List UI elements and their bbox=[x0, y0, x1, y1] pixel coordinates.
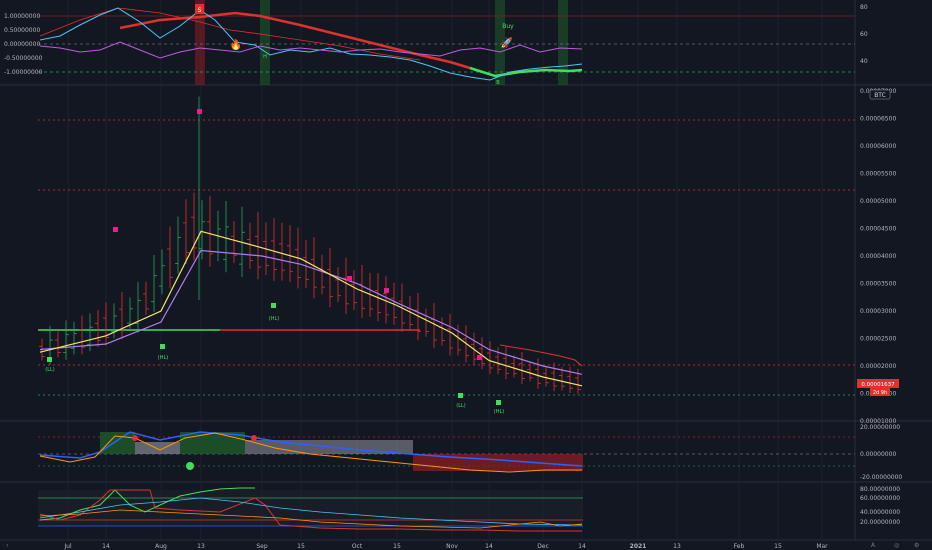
time-label: 15 bbox=[297, 543, 305, 550]
osc-right-tick: 80 bbox=[860, 4, 868, 11]
pivot-marker bbox=[160, 344, 165, 349]
settings-icon[interactable]: ⚙ bbox=[914, 542, 919, 549]
price-tick: 0.00003500 bbox=[860, 281, 896, 288]
symbol-badge-label: BTC bbox=[874, 92, 886, 99]
pivot-marker bbox=[458, 393, 463, 398]
pivot-marker bbox=[384, 288, 389, 293]
time-label: 13 bbox=[197, 543, 205, 550]
price-tick: 0.00002500 bbox=[860, 336, 896, 343]
pivot-label-0: (LL) bbox=[45, 367, 55, 373]
rsi-tick: 20.00000000 bbox=[860, 519, 900, 526]
countdown-label: 2d 9h bbox=[873, 390, 887, 396]
pivot-marker bbox=[496, 400, 501, 405]
log-scale-icon[interactable]: ◎ bbox=[894, 542, 899, 549]
osc-right-tick: 40 bbox=[860, 58, 868, 65]
rocket-icon: 🚀 bbox=[501, 36, 514, 49]
price-tick: 0.00006500 bbox=[860, 116, 896, 123]
pivot-marker bbox=[477, 355, 482, 360]
trading-chart[interactable]: S Buy 🚀 🔥 H B 1.00000000 0.50000000 0.0000… bbox=[0, 0, 932, 550]
current-price-label: 0.00001637 bbox=[861, 382, 895, 388]
time-label: Sep bbox=[256, 543, 268, 550]
time-label: Oct bbox=[352, 543, 363, 550]
osc-left-tick: 0.50000000 bbox=[4, 27, 40, 34]
time-label: 15 bbox=[774, 543, 782, 550]
momentum-tick: 0.00000000 bbox=[860, 451, 896, 458]
time-label: 13 bbox=[673, 543, 681, 550]
pivot-marker bbox=[113, 227, 118, 232]
momentum-buy-dot bbox=[186, 462, 194, 470]
rsi-tick: 60.00000000 bbox=[860, 495, 900, 502]
price-tick: 0.00005000 bbox=[860, 198, 896, 205]
pivot-marker bbox=[197, 109, 202, 114]
time-label: Feb bbox=[734, 543, 745, 550]
time-label: Nov bbox=[446, 543, 458, 550]
momentum-sell-dot bbox=[132, 435, 138, 441]
pivot-label-2: (HL) bbox=[269, 316, 279, 322]
b-marker-label: B bbox=[496, 80, 500, 86]
chart-canvas[interactable]: S Buy 🚀 🔥 H B 1.00000000 0.50000000 0.0000… bbox=[0, 0, 932, 550]
momentum-sell-dot-2 bbox=[251, 435, 257, 441]
time-label: 15 bbox=[393, 543, 401, 550]
fire-icon: 🔥 bbox=[230, 38, 242, 51]
momentum-tick: -20.00000000 bbox=[860, 474, 902, 481]
momentum-tick: 20.00000000 bbox=[860, 424, 900, 431]
pivot-marker bbox=[47, 357, 52, 362]
osc-left-tick: 1.00000000 bbox=[4, 13, 40, 20]
time-label: Aug bbox=[155, 543, 167, 550]
time-label: Mar bbox=[816, 543, 828, 550]
price-tick: 0.00005500 bbox=[860, 171, 896, 178]
time-label: 2021 bbox=[630, 543, 647, 550]
price-tick: 0.00006000 bbox=[860, 143, 896, 150]
buy-label: Buy bbox=[502, 23, 514, 30]
pivot-marker bbox=[347, 276, 352, 281]
pivot-marker bbox=[271, 303, 276, 308]
osc-left-tick: -0.50000000 bbox=[4, 55, 43, 62]
time-label: 14 bbox=[485, 543, 493, 550]
osc-left-tick: -1.00000000 bbox=[4, 69, 43, 76]
price-tick: 0.00003000 bbox=[860, 308, 896, 315]
sell-marker-label: S bbox=[198, 7, 202, 14]
rsi-tick: 80.00000000 bbox=[860, 486, 900, 493]
osc-right-tick: 60 bbox=[860, 31, 868, 38]
pivot-label-1: (HL) bbox=[158, 355, 168, 361]
momentum-bull-block-1 bbox=[100, 432, 135, 454]
rsi-tick: 40.00000000 bbox=[860, 509, 900, 516]
price-tick: 0.00002000 bbox=[860, 363, 896, 370]
price-tick: 0.00004000 bbox=[860, 253, 896, 260]
price-tick: 0.00004500 bbox=[860, 226, 896, 233]
h-marker-label: H bbox=[263, 54, 267, 60]
pivot-label-3: (LL) bbox=[456, 403, 466, 409]
time-label: 14 bbox=[578, 543, 586, 550]
time-label: 14 bbox=[102, 543, 110, 550]
pivot-label-4: (HL) bbox=[494, 409, 504, 415]
time-label: Dec bbox=[537, 543, 549, 550]
scroll-left-icon[interactable]: ‹ bbox=[6, 542, 8, 549]
osc-left-tick: 0.00000000 bbox=[4, 41, 40, 48]
time-label: Jul bbox=[63, 543, 72, 550]
